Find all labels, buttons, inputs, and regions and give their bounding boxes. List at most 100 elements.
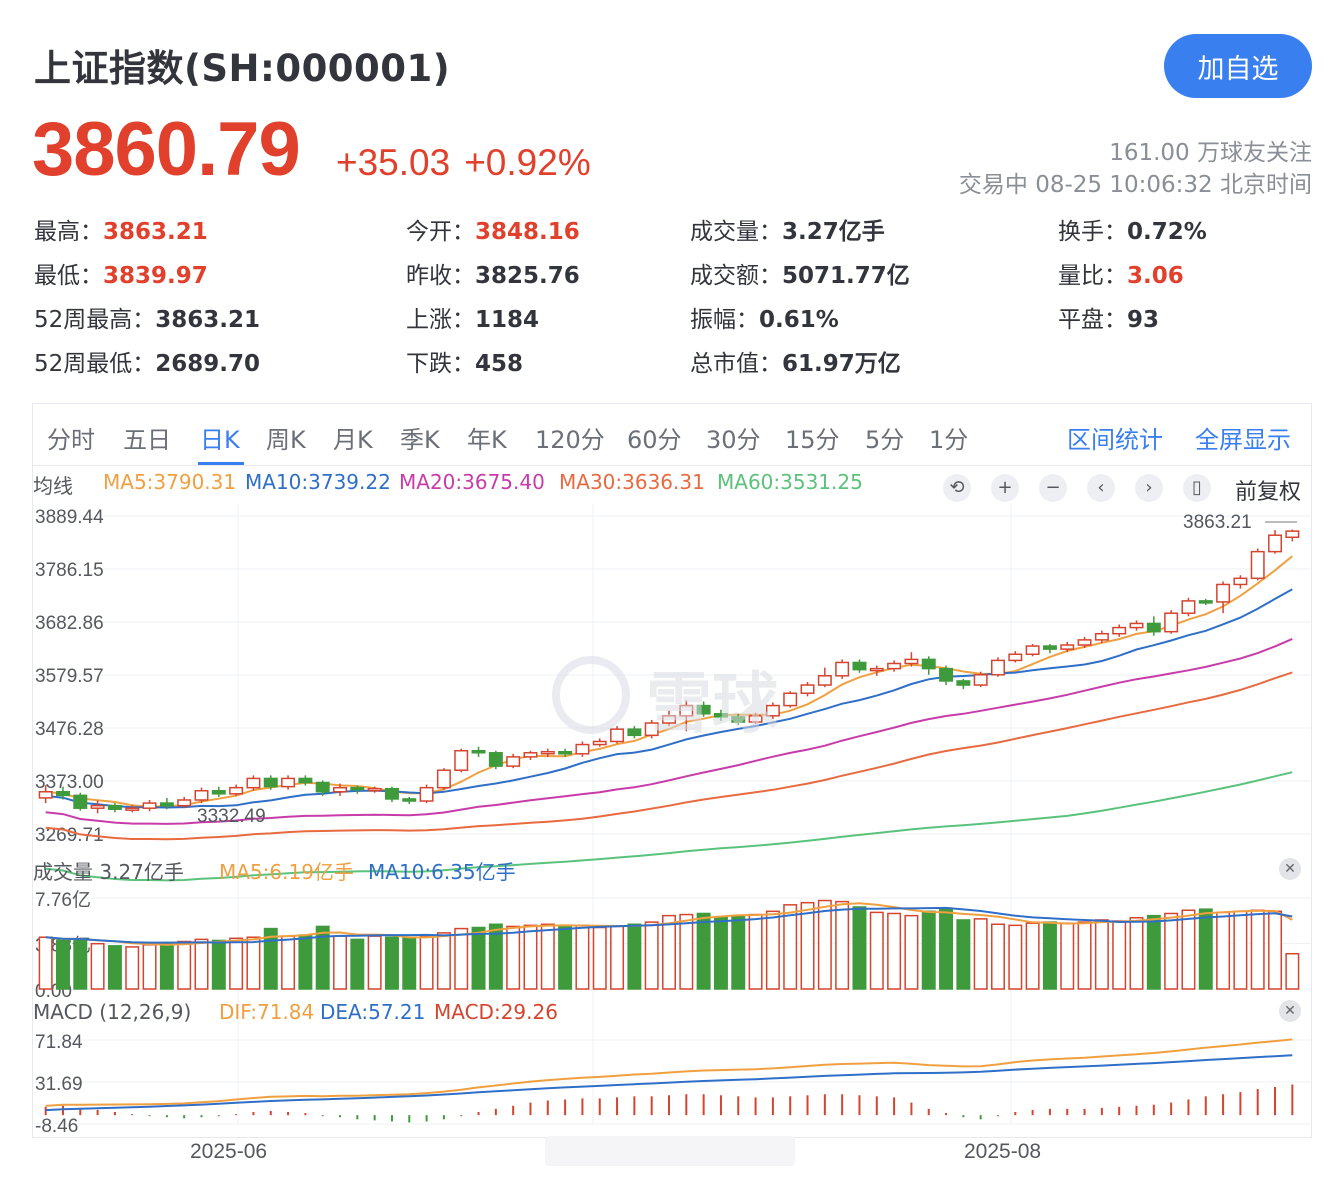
close-macd-icon[interactable]: ✕ bbox=[1279, 1000, 1301, 1022]
max-price-label: 3863.21 bbox=[1183, 512, 1252, 533]
stat-item: 总市值：61.97万亿 bbox=[690, 344, 901, 378]
volume-bar bbox=[748, 913, 763, 990]
volume-bar bbox=[73, 938, 88, 990]
stat-label: 振幅： bbox=[690, 307, 759, 333]
volume-bar bbox=[939, 908, 954, 990]
volume-bar bbox=[402, 937, 417, 990]
volume-bar bbox=[1233, 910, 1248, 990]
candle-body bbox=[436, 769, 451, 789]
chart-scrollbar[interactable] bbox=[545, 1136, 795, 1166]
stat-item: 量比：3.06 bbox=[1058, 256, 1184, 290]
candle-body bbox=[73, 794, 88, 809]
stat-label: 下跌： bbox=[406, 351, 475, 377]
volume-bar bbox=[817, 899, 832, 990]
candle-body bbox=[904, 658, 919, 665]
stat-label: 今开： bbox=[406, 219, 475, 245]
volume-bar bbox=[644, 921, 659, 990]
volume-bar bbox=[506, 925, 521, 990]
candle-body bbox=[229, 786, 244, 795]
candle-body bbox=[1250, 550, 1265, 580]
volume-bar bbox=[575, 924, 590, 990]
stat-value: 3848.16 bbox=[475, 219, 580, 245]
volume-bar bbox=[1060, 922, 1075, 990]
stat-value: 0.72% bbox=[1127, 219, 1207, 245]
stat-value: 3.06 bbox=[1127, 263, 1184, 289]
date-label-august: 2025-08 bbox=[964, 1140, 1042, 1163]
volume-bar bbox=[367, 935, 382, 990]
macd-legend-label: MACD (12,26,9) bbox=[33, 1000, 192, 1024]
stock-title: 上证指数(SH:000001) bbox=[34, 47, 451, 90]
stat-label: 成交额： bbox=[690, 263, 782, 289]
price-axis-tick: 3579.57 bbox=[35, 666, 104, 687]
candle-body bbox=[298, 777, 313, 784]
stat-label: 平盘： bbox=[1058, 307, 1127, 333]
volume-bar bbox=[731, 914, 746, 990]
candle-body bbox=[1285, 530, 1300, 539]
candle-body bbox=[159, 802, 174, 807]
volume-bar bbox=[991, 923, 1005, 990]
candle-body bbox=[558, 751, 573, 755]
candle-body bbox=[419, 786, 434, 802]
kline-chart[interactable]: 分时 五日 日K 周K 月K 季K 年K 120分 60分 30分 15分 5分 1分 区间统计 全屏显示 … bbox=[32, 403, 1312, 1138]
candle-body bbox=[1164, 612, 1179, 633]
macd-axis-tick: 71.84 bbox=[35, 1032, 83, 1053]
volume-bar bbox=[1181, 909, 1196, 990]
volume-bar bbox=[1198, 908, 1213, 990]
candle-body bbox=[523, 752, 538, 758]
candle-body bbox=[350, 786, 365, 791]
chart-canvas[interactable]: 3889.443786.153682.863579.573476.283373.… bbox=[33, 404, 1311, 1137]
stat-value: 3.27亿手 bbox=[782, 219, 885, 245]
stat-label: 52周最低： bbox=[34, 351, 156, 377]
stat-label: 换手： bbox=[1058, 219, 1127, 245]
volume-bar bbox=[973, 918, 988, 990]
candle-body bbox=[1025, 645, 1040, 656]
volume-bar bbox=[38, 936, 53, 990]
stat-item: 成交量：3.27亿手 bbox=[690, 212, 885, 246]
volume-bar bbox=[419, 935, 434, 990]
stat-value: 458 bbox=[475, 351, 524, 377]
stat-item: 成交额：5071.77亿 bbox=[690, 256, 910, 290]
candle-body bbox=[1146, 622, 1161, 633]
candle-body bbox=[1181, 600, 1196, 614]
stat-label: 52周最高： bbox=[34, 307, 156, 333]
candle-body bbox=[835, 661, 850, 677]
volume-bar bbox=[610, 925, 625, 990]
candle-body bbox=[333, 786, 347, 793]
stat-item: 52周最高：3863.21 bbox=[34, 300, 260, 334]
add-watchlist-button[interactable]: 加自选 bbox=[1164, 34, 1312, 98]
volume-bar bbox=[627, 923, 642, 990]
candle-body bbox=[869, 667, 884, 672]
stat-item: 平盘：93 bbox=[1058, 300, 1159, 334]
candle-body bbox=[956, 680, 971, 686]
macd-value: MACD:29.26 bbox=[434, 1000, 558, 1024]
candle-body bbox=[1060, 644, 1075, 650]
volume-legend-label: 成交量 3.27亿手 bbox=[33, 860, 184, 884]
stat-item: 最低：3839.97 bbox=[34, 256, 208, 290]
volume-bar bbox=[384, 936, 399, 990]
macd-dif: DIF:71.84 bbox=[219, 1000, 315, 1024]
candle-body bbox=[1094, 632, 1109, 641]
macd-dea: DEA:57.21 bbox=[320, 1000, 426, 1024]
volume-bar bbox=[1129, 917, 1144, 990]
candle-body bbox=[592, 740, 607, 746]
close-volume-icon[interactable]: ✕ bbox=[1279, 858, 1301, 880]
candle-body bbox=[939, 667, 954, 682]
candle-body bbox=[384, 787, 399, 800]
candle-body bbox=[627, 728, 642, 737]
candle-body bbox=[1233, 577, 1248, 586]
stat-value: 3863.21 bbox=[155, 307, 261, 333]
stat-item: 下跌：458 bbox=[406, 344, 523, 378]
candle-body bbox=[506, 756, 521, 767]
candle-body bbox=[125, 807, 140, 811]
volume-bar bbox=[194, 938, 209, 990]
candle-body bbox=[540, 751, 555, 755]
stat-label: 最低： bbox=[34, 263, 103, 289]
xueqiu-logo-icon bbox=[552, 656, 630, 734]
candle-body bbox=[973, 674, 988, 686]
quote-stats: 最高：3863.21 今开：3848.16 成交量：3.27亿手 换手：0.72% 最低… bbox=[34, 212, 1314, 392]
candle-body bbox=[610, 728, 625, 743]
stat-value: 3825.76 bbox=[475, 263, 580, 289]
stat-value: 3839.97 bbox=[103, 263, 208, 289]
volume-bar bbox=[350, 938, 365, 990]
date-label-june: 2025-06 bbox=[190, 1140, 268, 1163]
